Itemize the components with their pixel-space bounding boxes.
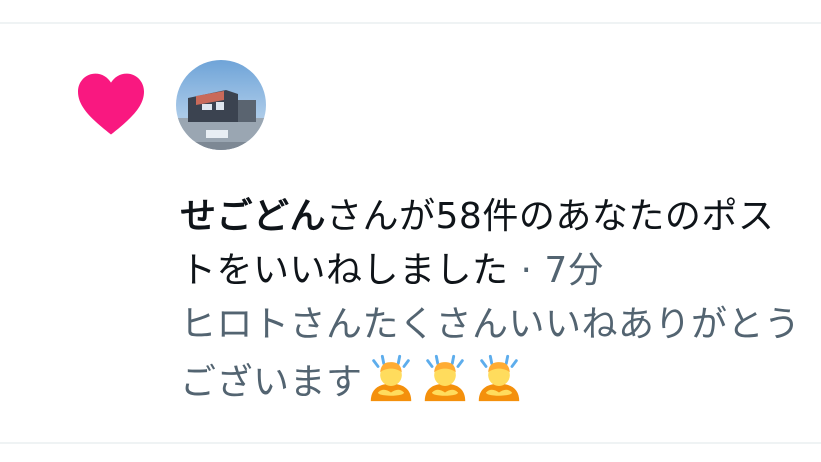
person-bowing-emoji (478, 354, 519, 402)
heart-icon (78, 73, 144, 135)
user-name-link[interactable]: せごどん (180, 196, 326, 237)
like-notification[interactable]: せごどんさんが58件のあなたのポストをいいねしました · 7分 ヒロトさんたくさ… (0, 0, 821, 462)
avatar[interactable] (176, 60, 266, 150)
divider (0, 442, 821, 444)
timestamp[interactable]: 7分 (544, 250, 604, 291)
quoted-post-text[interactable]: ヒロトさんたくさんいいねありがとうございます (180, 298, 810, 410)
emoji-row (363, 354, 525, 403)
divider (0, 22, 821, 24)
person-bowing-emoji (424, 354, 465, 402)
avatar-image (176, 60, 266, 150)
person-bowing-emoji (370, 354, 411, 402)
separator: · (508, 250, 545, 291)
notification-text[interactable]: せごどんさんが58件のあなたのポストをいいねしました · 7分 (180, 190, 810, 298)
